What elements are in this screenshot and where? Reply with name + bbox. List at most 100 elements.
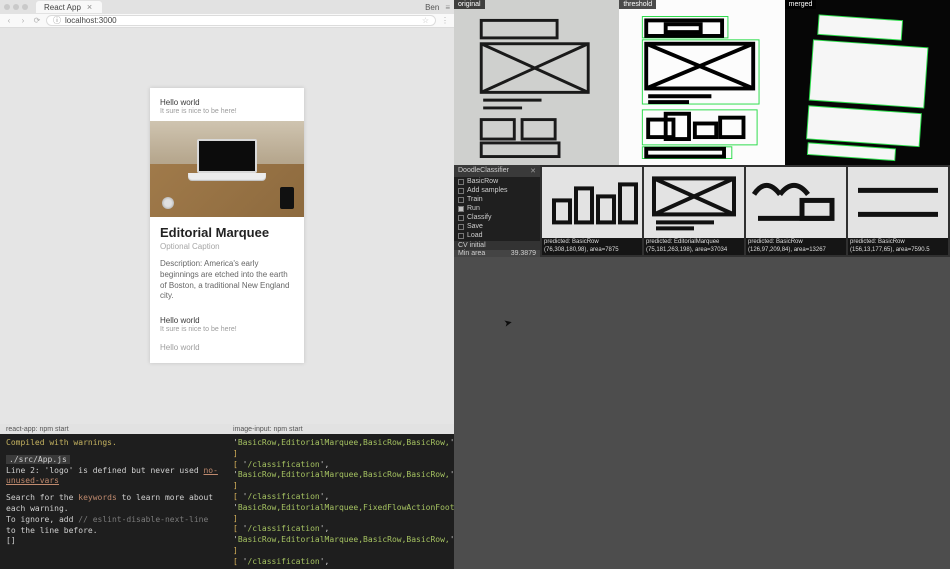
close-icon[interactable] (4, 4, 10, 10)
option-label: Add samples (467, 187, 507, 194)
classifier-thumbnail[interactable]: predicted: BasicRow (126,97,209,84), are… (746, 167, 846, 255)
tab-menu-icon[interactable]: ≡ (445, 3, 450, 12)
browser-tab-active[interactable]: React App × (36, 1, 102, 13)
gear-icon[interactable]: ✕ (530, 167, 536, 175)
term-line: [ '/classification', (233, 557, 448, 568)
terminal-right[interactable]: 'BasicRow,EditorialMarquee,BasicRow,Basi… (227, 434, 454, 569)
checkbox-icon[interactable] (458, 233, 464, 239)
card-image (150, 121, 304, 217)
marquee-caption: Optional Caption (160, 242, 294, 251)
nav-back-icon[interactable]: ‹ (4, 16, 14, 25)
term-line: 'BasicRow,EditorialMarquee,FixedFlowActi… (233, 503, 448, 525)
thumb-prediction: predicted: BasicRow (746, 238, 846, 247)
checkbox-icon[interactable] (458, 197, 464, 203)
browser-tab-bar: React App × Ben ≡ (0, 0, 454, 14)
checkbox-icon[interactable] (458, 215, 464, 221)
checkbox-icon[interactable] (458, 179, 464, 185)
row-title: Hello world (160, 343, 294, 352)
row-title: Hello world (160, 98, 294, 107)
classifier-param[interactable]: Min area 39.3879 (454, 250, 540, 257)
address-url: localhost:3000 (65, 16, 117, 25)
option-label: Train (467, 196, 483, 203)
terminal-tab-left[interactable]: react-app: npm start (0, 424, 227, 434)
classifier-option[interactable]: BasicRow (454, 177, 540, 186)
classifier-title: DoodleClassifier (458, 167, 509, 175)
thumb-sketch-icon (644, 167, 744, 238)
browser-profile-name[interactable]: Ben (425, 3, 439, 12)
card-basic-row-bottom: Hello world It sure is nice to be here! (150, 308, 304, 333)
sketch-merged-icon (785, 10, 950, 165)
classifier-thumbnail[interactable]: predicted: BasicRow (156,13,177,65), are… (848, 167, 948, 255)
classifier-panel: DoodleClassifier ✕ BasicRow Add samples Tr… (454, 165, 540, 257)
classifier-thumbnail[interactable]: predicted: EditorialMarquee (75,181,263,… (644, 167, 744, 255)
laptop-icon (188, 139, 266, 187)
term-line: [] (6, 536, 221, 547)
thumb-area: (156,13,177,65), area=7590.5 (848, 246, 948, 255)
cup-icon (162, 197, 174, 209)
card-marquee-body: Editorial Marquee Optional Caption Descr… (150, 217, 304, 308)
cv-pane-original: original (454, 0, 619, 165)
phone-icon (280, 187, 294, 209)
minimize-icon[interactable] (13, 4, 19, 10)
checkbox-icon[interactable] (458, 224, 464, 230)
window-controls[interactable] (4, 4, 28, 10)
browser-chrome: React App × Ben ≡ ‹ › ⟳ ⓘ localhost:3000… (0, 0, 454, 28)
classifier-option[interactable]: Classify (454, 213, 540, 222)
terminal-tab-right[interactable]: image-input: npm start (227, 424, 454, 434)
term-line: 'BasicRow,EditorialMarquee,BasicRow,Basi… (233, 535, 448, 557)
address-bar[interactable]: ⓘ localhost:3000 ☆ (46, 15, 436, 26)
tab-title: React App (44, 3, 81, 12)
classifier-option[interactable]: Add samples (454, 186, 540, 195)
react-app-card: Hello world It sure is nice to be here! … (150, 88, 304, 363)
browser-window: React App × Ben ≡ ‹ › ⟳ ⓘ localhost:3000… (0, 0, 454, 424)
sketch-original-icon (454, 10, 619, 165)
thumb-prediction: predicted: BasicRow (848, 238, 948, 247)
term-line: 'BasicRow,EditorialMarquee,BasicRow,Basi… (233, 470, 448, 492)
thumb-area: (126,97,209,84), area=13267 (746, 246, 846, 255)
cv-pane-threshold: threshold (619, 0, 784, 165)
nav-forward-icon[interactable]: › (18, 16, 28, 25)
nav-reload-icon[interactable]: ⟳ (32, 16, 42, 25)
checkbox-icon[interactable] (458, 188, 464, 194)
classifier-option[interactable]: Save (454, 222, 540, 231)
terminal-tab-bar: react-app: npm start image-input: npm st… (0, 424, 454, 434)
term-line: To ignore, add // eslint-disable-next-li… (6, 515, 221, 537)
term-line: 'BasicRow,EditorialMarquee,BasicRow,Basi… (233, 438, 448, 460)
thumb-area: (76,308,180,98), area=7875 (542, 246, 642, 255)
sketch-threshold-icon (619, 10, 784, 165)
classifier-option[interactable]: Run (454, 204, 540, 213)
param-value: 39.3879 (511, 250, 536, 257)
term-file-path: ./src/App.js (6, 455, 70, 464)
tab-close-icon[interactable]: × (87, 2, 92, 12)
row-title: Hello world (160, 316, 294, 325)
cv-pane-merged: merged (785, 0, 950, 165)
cv-panels-top: original threshold (454, 0, 950, 165)
classifier-thumbnail[interactable]: predicted: BasicRow (76,308,180,98), are… (542, 167, 642, 255)
option-label: Save (467, 223, 483, 230)
classifier-option[interactable]: Load (454, 231, 540, 240)
site-info-icon[interactable]: ⓘ (53, 15, 61, 26)
classifier-title-bar[interactable]: DoodleClassifier ✕ (454, 165, 540, 177)
browser-menu-icon[interactable]: ⋮ (440, 16, 450, 25)
term-line: [ '/classification', (233, 524, 448, 535)
bookmark-star-icon[interactable]: ☆ (422, 16, 429, 25)
thumb-prediction: predicted: BasicRow (542, 238, 642, 247)
classifier-option[interactable]: Train (454, 195, 540, 204)
classifier-section-header: CV initial (454, 241, 540, 250)
thumb-prediction: predicted: EditorialMarquee (644, 238, 744, 247)
option-label: BasicRow (467, 178, 498, 185)
browser-toolbar: ‹ › ⟳ ⓘ localhost:3000 ☆ ⋮ (0, 14, 454, 28)
cv-panels-middle: DoodleClassifier ✕ BasicRow Add samples Tr… (454, 165, 950, 257)
empty-workspace (454, 257, 950, 569)
thumb-sketch-icon (542, 167, 642, 238)
terminal-left[interactable]: Compiled with warnings. ./src/App.js Lin… (0, 434, 227, 569)
row-subtitle: It sure is nice to be here! (160, 326, 294, 333)
marquee-description: Description: America's early beginnings … (160, 259, 294, 302)
checkbox-icon[interactable] (458, 206, 464, 212)
maximize-icon[interactable] (22, 4, 28, 10)
term-line: Compiled with warnings. (6, 438, 221, 449)
param-key: Min area (458, 250, 485, 257)
term-line: Line 2: 'logo' is defined but never used… (6, 466, 221, 488)
thumb-area: (75,181,263,198), area=37034 (644, 246, 744, 255)
term-line: [ '/classification', (233, 492, 448, 503)
